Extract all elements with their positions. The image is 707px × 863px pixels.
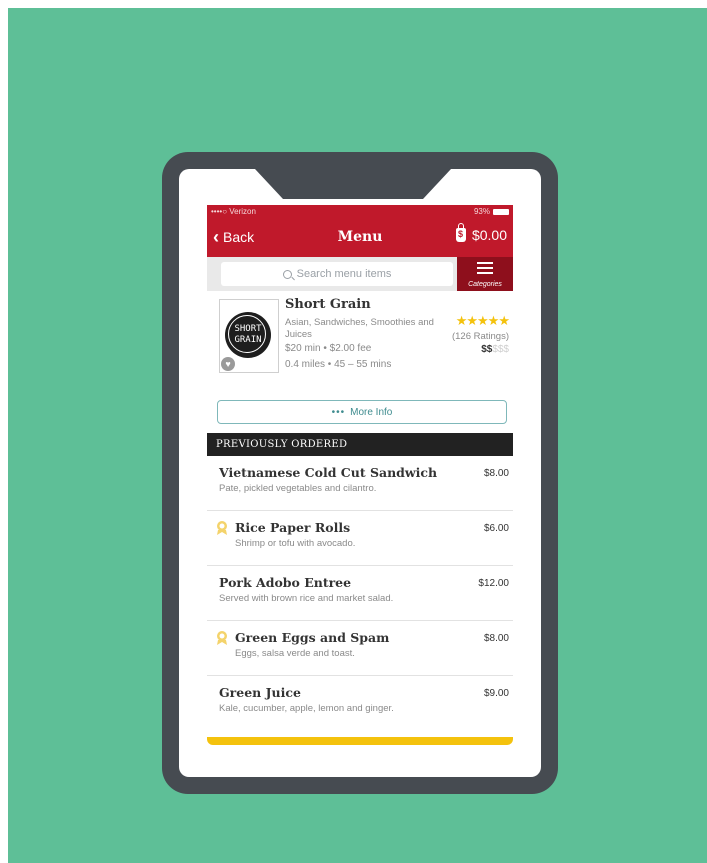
- restaurant-distance: 0.4 miles • 45 – 55 mins: [285, 359, 392, 370]
- restaurant-info: SHORT GRAIN ♥ Short Grain Asian, Sandwic…: [207, 291, 513, 391]
- popular-icon: [217, 521, 227, 535]
- section-header: PREVIOUSLY ORDERED: [207, 433, 513, 456]
- menu-item[interactable]: Vietnamese Cold Cut Sandwich Pate, pickl…: [207, 456, 513, 511]
- cart-button[interactable]: $0.00: [455, 223, 507, 243]
- cart-total: $0.00: [471, 227, 507, 243]
- item-price: $8.00: [483, 468, 509, 479]
- status-battery-text: 93%: [473, 207, 490, 216]
- restaurant-minimum: $20 min • $2.00 fee: [285, 343, 372, 354]
- menu-item[interactable]: Pork Adobo Entree Served with brown rice…: [207, 566, 513, 621]
- more-info-label: More Info: [350, 406, 393, 418]
- menu-item[interactable]: Green Eggs and Spam Eggs, salsa verde an…: [207, 621, 513, 676]
- heart-icon[interactable]: ♥: [221, 357, 235, 371]
- search-input[interactable]: Search menu items: [221, 262, 453, 286]
- search-placeholder: Search menu items: [296, 268, 392, 280]
- item-name: Pork Adobo Entree: [219, 575, 352, 590]
- item-desc: Shrimp or tofu with avocado.: [235, 538, 356, 549]
- restaurant-logo-frame: SHORT GRAIN ♥: [219, 299, 279, 373]
- battery-icon: [493, 208, 509, 215]
- item-name: Green Juice: [219, 685, 301, 700]
- phone-frame: ••••○ Verizon 93% ‹ Back Menu $0.00: [162, 152, 558, 794]
- categories-button[interactable]: Categories: [457, 257, 513, 291]
- app-view: ••••○ Verizon 93% ‹ Back Menu $0.00: [207, 205, 513, 765]
- popular-icon: [217, 631, 227, 645]
- item-desc: Served with brown rice and market salad.: [219, 593, 394, 604]
- item-price: $12.00: [478, 578, 509, 589]
- item-price: $6.00: [483, 523, 509, 534]
- ratings-count: (126 Ratings): [451, 331, 509, 342]
- item-price: $8.00: [483, 633, 509, 644]
- menu-item[interactable]: Rice Paper Rolls Shrimp or tofu with avo…: [207, 511, 513, 566]
- item-name: Vietnamese Cold Cut Sandwich: [219, 465, 438, 480]
- menu-item-list: Vietnamese Cold Cut Sandwich Pate, pickl…: [207, 456, 513, 731]
- item-price: $9.00: [483, 688, 509, 699]
- search-row: Search menu items Categories: [207, 257, 513, 291]
- checkout-bar[interactable]: [207, 737, 513, 745]
- list-icon: [477, 262, 493, 275]
- price-level: $$$$$: [481, 344, 509, 355]
- dots-icon: •••: [331, 406, 346, 418]
- restaurant-name: Short Grain: [285, 297, 371, 312]
- item-desc: Eggs, salsa verde and toast.: [235, 648, 355, 659]
- phone-notch: [255, 169, 451, 199]
- item-name: Green Eggs and Spam: [235, 630, 390, 645]
- shopping-bag-icon: [455, 223, 466, 242]
- logo-ring: [228, 315, 266, 353]
- nav-bar: ••••○ Verizon 93% ‹ Back Menu $0.00: [207, 205, 513, 257]
- rating-stars: ★★★★★: [455, 313, 510, 328]
- restaurant-cuisine: Asian, Sandwiches, Smoothies and Juices: [285, 317, 434, 340]
- item-name: Rice Paper Rolls: [235, 520, 351, 535]
- phone-screen: ••••○ Verizon 93% ‹ Back Menu $0.00: [179, 169, 541, 777]
- item-desc: Kale, cucumber, apple, lemon and ginger.: [219, 703, 394, 714]
- more-info-button[interactable]: ••• More Info: [217, 400, 507, 424]
- item-desc: Pate, pickled vegetables and cilantro.: [219, 483, 377, 494]
- search-icon: [282, 269, 292, 279]
- categories-label: Categories: [468, 281, 502, 288]
- status-carrier: ••••○ Verizon: [211, 207, 256, 216]
- menu-item[interactable]: Green Juice Kale, cucumber, apple, lemon…: [207, 676, 513, 731]
- status-battery-group: 93%: [474, 207, 509, 216]
